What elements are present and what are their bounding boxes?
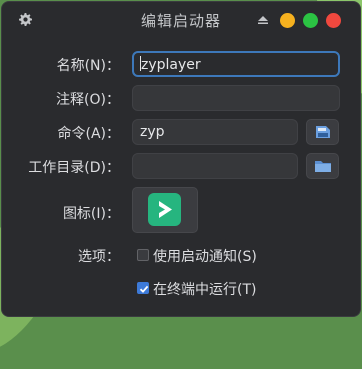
name-label: 名称(N)： (56, 58, 120, 74)
close-button[interactable] (326, 13, 341, 28)
workdir-label: 工作目录(D)： (28, 160, 120, 176)
browse-command-button[interactable] (306, 119, 339, 145)
startup-notify-label[interactable]: 使用启动通知(S) (153, 246, 257, 266)
folder-icon (315, 161, 331, 172)
comment-label: 注释(O)： (56, 92, 120, 108)
titlebar: 编辑启动器 (2, 2, 360, 36)
document-icon (316, 126, 330, 138)
workdir-input[interactable] (132, 153, 298, 179)
eject-icon[interactable] (258, 16, 268, 24)
name-input-value: zyplayer (141, 57, 201, 73)
command-label: 命令(A)： (57, 126, 120, 142)
run-in-terminal-label[interactable]: 在终端中运行(T) (153, 279, 256, 299)
checkmark-icon (139, 285, 149, 293)
run-in-terminal-checkbox[interactable] (137, 282, 149, 294)
icon-label: 图标(I)： (62, 206, 120, 222)
comment-input[interactable] (132, 85, 340, 111)
zyplayer-app-icon (148, 193, 181, 226)
startup-notify-checkbox[interactable] (137, 249, 149, 261)
choose-icon-button[interactable] (132, 187, 198, 233)
maximize-button[interactable] (303, 13, 318, 28)
edit-launcher-dialog: 编辑启动器 名称(N)： zyplayer 注释(O)： 命令(A)： zyp … (1, 1, 361, 317)
minimize-button[interactable] (280, 13, 295, 28)
command-input[interactable]: zyp (132, 119, 298, 145)
name-input[interactable]: zyplayer (132, 51, 340, 77)
browse-workdir-button[interactable] (306, 153, 339, 179)
options-label: 选项： (78, 249, 120, 265)
